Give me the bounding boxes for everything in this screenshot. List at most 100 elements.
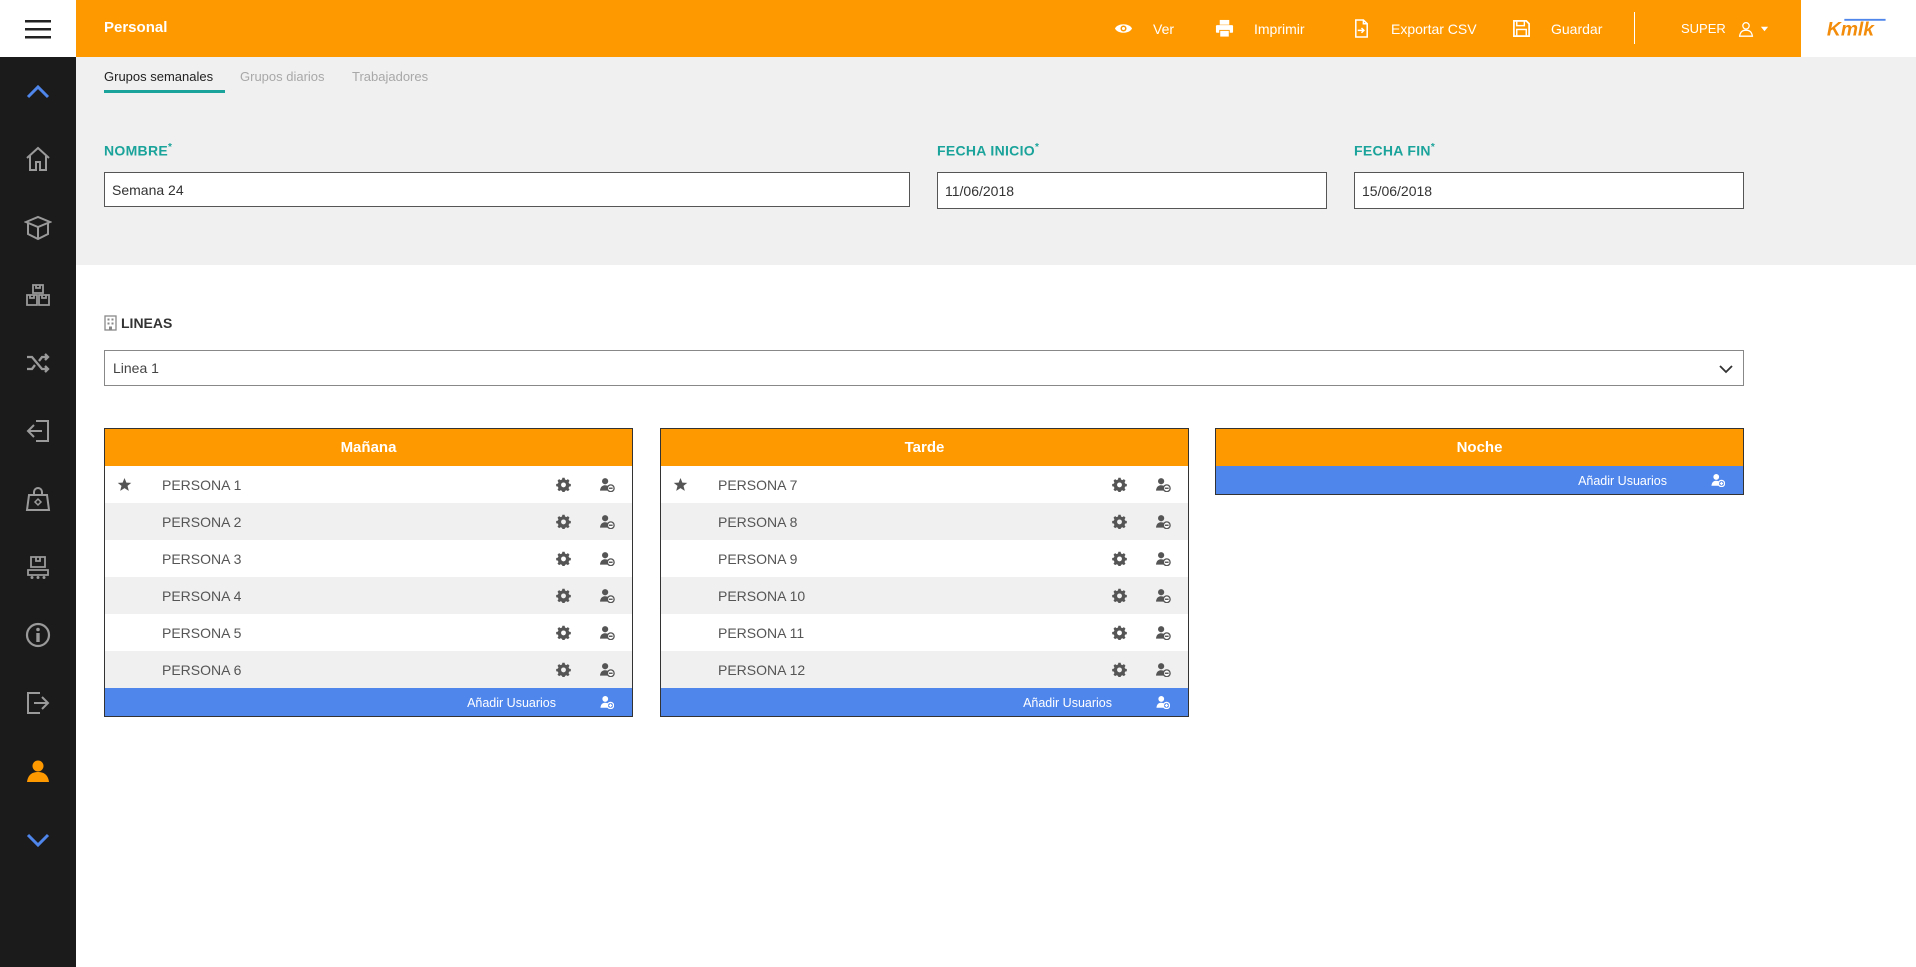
shift-panel-title: Tarde (661, 429, 1188, 466)
person-name: PERSONA 12 (718, 662, 806, 678)
add-users-button[interactable]: Añadir Usuarios (661, 688, 1188, 716)
star-icon[interactable] (673, 477, 688, 492)
user-icon (27, 760, 49, 782)
sidebar-item-entry[interactable] (0, 411, 76, 451)
gear-icon[interactable] (1112, 551, 1127, 566)
chevron-up-icon (26, 84, 50, 99)
save-icon (1513, 20, 1530, 37)
fecha-fin-input[interactable] (1354, 172, 1744, 209)
tab-trabajadores[interactable]: Trabajadores (352, 69, 428, 84)
person-name: PERSONA 1 (162, 477, 242, 493)
sidebar-item-production[interactable] (0, 547, 76, 587)
nombre-required-mark: * (168, 142, 173, 153)
sidebar-item-info[interactable] (0, 615, 76, 655)
nombre-input[interactable] (104, 172, 910, 207)
user-name: SUPER (1681, 21, 1726, 36)
svg-text:Kmlk: Kmlk (1826, 19, 1874, 40)
stacked-boxes-icon (26, 284, 50, 306)
chevron-down-icon (1719, 365, 1733, 374)
menu-button[interactable] (0, 0, 76, 57)
export-file-icon (1355, 19, 1368, 38)
gear-icon[interactable] (1112, 477, 1127, 492)
fecha-fin-required-mark: * (1430, 142, 1436, 153)
sidebar-item-box[interactable] (0, 207, 76, 247)
eye-icon (1114, 24, 1133, 33)
tab-grupos-semanales[interactable]: Grupos semanales (104, 69, 213, 84)
gear-icon[interactable] (556, 477, 571, 492)
person-name: PERSONA 6 (162, 662, 242, 678)
sidebar-item-home[interactable] (0, 139, 76, 179)
gear-icon[interactable] (1112, 514, 1127, 529)
save-label: Guardar (1551, 20, 1603, 37)
user-menu[interactable]: SUPER (1681, 0, 1769, 57)
user-outline-icon (1738, 21, 1753, 37)
sidebar-item-stock[interactable] (0, 275, 76, 315)
page-title: Personal (104, 19, 168, 36)
remove-user-icon[interactable] (599, 477, 615, 492)
lineas-select[interactable]: Linea 1 (104, 350, 1744, 386)
remove-user-icon[interactable] (1155, 625, 1171, 640)
person-name: PERSONA 11 (718, 625, 805, 641)
gear-icon[interactable] (1112, 662, 1127, 677)
gear-icon[interactable] (556, 588, 571, 603)
sidebar-item-transfers[interactable] (0, 343, 76, 383)
logo: Kmlk (1801, 0, 1916, 57)
remove-user-icon[interactable] (1155, 662, 1171, 677)
sign-in-icon (26, 420, 49, 442)
person-row: PERSONA 2 (105, 503, 632, 540)
star-icon[interactable] (117, 477, 132, 492)
gear-icon[interactable] (556, 625, 571, 640)
add-user-icon (1711, 474, 1725, 487)
lineas-heading: LINEAS (104, 315, 172, 331)
gear-icon[interactable] (556, 514, 571, 529)
home-icon (26, 146, 50, 171)
gear-icon[interactable] (556, 662, 571, 677)
lineas-label-text: LINEAS (121, 315, 173, 331)
gear-icon[interactable] (1112, 588, 1127, 603)
conveyor-icon (27, 556, 49, 579)
shopping-bag-icon (25, 487, 51, 511)
sidebar-scroll-up-button[interactable] (0, 72, 76, 112)
print-button[interactable]: Imprimir (1215, 0, 1305, 57)
shift-panel-noche: Noche Añadir Usuarios (1215, 428, 1744, 495)
person-row: PERSONA 11 (661, 614, 1188, 651)
add-user-icon (1156, 696, 1170, 709)
remove-user-icon[interactable] (599, 625, 615, 640)
save-button[interactable]: Guardar (1512, 0, 1602, 57)
person-row: PERSONA 8 (661, 503, 1188, 540)
remove-user-icon[interactable] (1155, 514, 1171, 529)
person-row: PERSONA 12 (661, 651, 1188, 688)
add-users-label: Añadir Usuarios (1023, 696, 1112, 710)
export-csv-button[interactable]: Exportar CSV (1352, 0, 1477, 57)
person-name: PERSONA 8 (718, 514, 798, 530)
sign-out-icon (27, 692, 50, 714)
sidebar-item-orders[interactable] (0, 479, 76, 519)
view-button[interactable]: Ver (1114, 0, 1174, 57)
sidebar-scroll-down-button[interactable] (0, 819, 76, 859)
chevron-down-icon (26, 833, 50, 848)
view-label: Ver (1153, 20, 1175, 37)
remove-user-icon[interactable] (1155, 588, 1171, 603)
caret-down-icon (1760, 26, 1768, 32)
tab-grupos-diarios[interactable]: Grupos diarios (240, 69, 325, 84)
add-users-button[interactable]: Añadir Usuarios (1216, 466, 1743, 494)
fecha-inicio-input[interactable] (937, 172, 1327, 209)
person-row: PERSONA 7 (661, 466, 1188, 503)
remove-user-icon[interactable] (599, 588, 615, 603)
sidebar-item-logout[interactable] (0, 683, 76, 723)
remove-user-icon[interactable] (599, 662, 615, 677)
person-row: PERSONA 6 (105, 651, 632, 688)
remove-user-icon[interactable] (1155, 477, 1171, 492)
gear-icon[interactable] (556, 551, 571, 566)
remove-user-icon[interactable] (599, 551, 615, 566)
gear-icon[interactable] (1112, 625, 1127, 640)
person-name: PERSONA 3 (162, 551, 242, 567)
add-users-button[interactable]: Añadir Usuarios (105, 688, 632, 716)
person-name: PERSONA 4 (162, 588, 242, 604)
toolbar-divider (1634, 12, 1635, 44)
sidebar-item-personal[interactable] (0, 751, 76, 791)
remove-user-icon[interactable] (599, 514, 615, 529)
person-row: PERSONA 9 (661, 540, 1188, 577)
remove-user-icon[interactable] (1155, 551, 1171, 566)
add-users-label: Añadir Usuarios (1578, 474, 1667, 488)
